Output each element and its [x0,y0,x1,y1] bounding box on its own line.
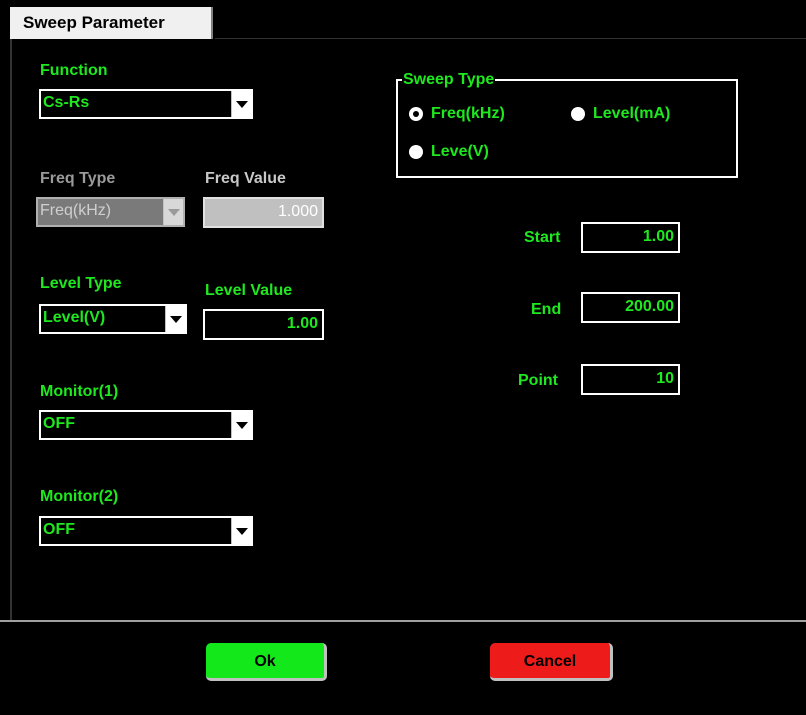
point-label: Point [518,372,558,389]
level-value-label: Level Value [205,282,293,299]
level-type-select[interactable]: Level(V) [39,304,187,334]
chevron-down-icon [236,101,248,108]
start-field[interactable]: 1.00 [581,222,680,253]
start-label: Start [524,229,561,246]
level-type-label: Level Type [40,275,122,292]
level-type-dropdown-button[interactable] [165,306,185,332]
monitor1-select-value: OFF [43,415,75,432]
sweep-type-radio-level-ma-label: Level(mA) [593,105,671,122]
freq-type-select: Freq(kHz) [36,197,185,227]
freq-type-label: Freq Type [40,170,116,187]
sweep-type-radio-level-v[interactable]: Leve(V) [409,143,529,163]
freq-type-dropdown-button [163,199,183,225]
monitor2-select[interactable]: OFF [39,516,253,546]
radio-selected-icon [409,107,423,121]
tab-sweep-parameter[interactable]: Sweep Parameter [10,7,213,39]
sweep-type-radio-freq-label: Freq(kHz) [431,105,505,122]
sweep-type-radio-level-ma[interactable]: Level(mA) [571,105,711,125]
level-value-field[interactable]: 1.00 [203,309,324,340]
monitor1-dropdown-button[interactable] [231,412,251,438]
dialog-footer [0,620,806,715]
sweep-type-legend: Sweep Type [402,71,496,89]
monitor1-label: Monitor(1) [40,383,119,400]
chevron-down-icon [168,209,180,216]
monitor2-label: Monitor(2) [40,488,119,505]
ok-button[interactable]: Ok [206,643,327,681]
sweep-type-radio-level-v-label: Leve(V) [431,143,489,160]
freq-type-value: Freq(kHz) [40,202,112,219]
sweep-type-group [396,79,738,178]
monitor2-dropdown-button[interactable] [231,518,251,544]
chevron-down-icon [170,316,182,323]
function-select[interactable]: Cs-Rs [39,89,253,119]
sweep-type-radio-freq[interactable]: Freq(kHz) [409,105,539,125]
level-type-value: Level(V) [43,309,106,326]
freq-value-label: Freq Value [205,170,286,187]
end-field[interactable]: 200.00 [581,292,680,323]
radio-unselected-icon [571,107,585,121]
radio-unselected-icon [409,145,423,159]
cancel-button[interactable]: Cancel [490,643,613,681]
function-dropdown-button[interactable] [231,91,251,117]
end-label: End [531,301,562,318]
chevron-down-icon [236,422,248,429]
chevron-down-icon [236,528,248,535]
point-field[interactable]: 10 [581,364,680,395]
tab-divider [215,38,806,39]
monitor1-select[interactable]: OFF [39,410,253,440]
function-select-value: Cs-Rs [43,94,90,111]
function-label: Function [40,62,108,79]
monitor2-select-value: OFF [43,521,75,538]
freq-value-field: 1.000 [203,197,324,228]
